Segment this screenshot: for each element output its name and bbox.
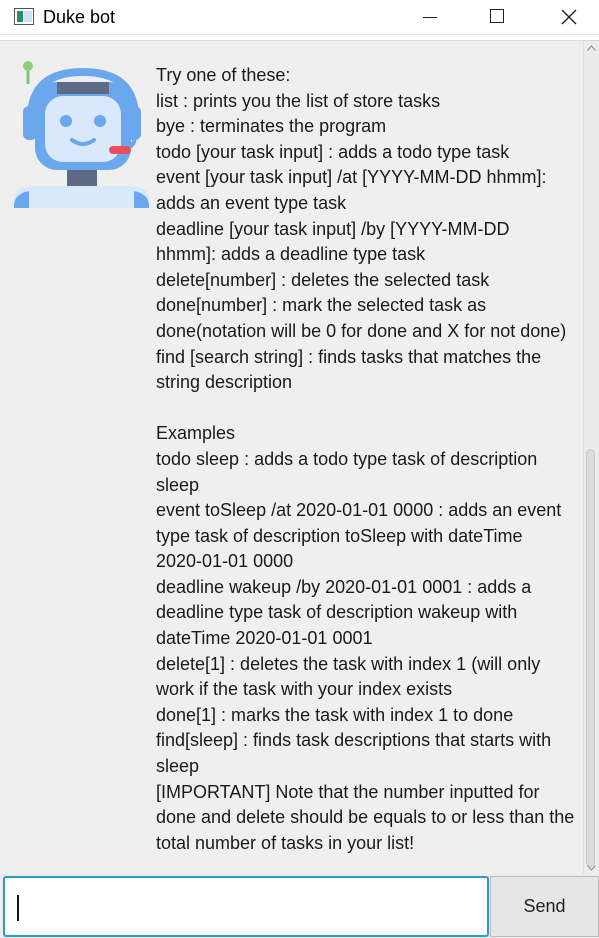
app-icon xyxy=(14,8,34,25)
scrollbar-thumb[interactable] xyxy=(586,449,595,867)
text-caret xyxy=(17,895,19,921)
maximize-button[interactable] xyxy=(474,0,520,34)
minimize-button[interactable] xyxy=(406,0,452,34)
close-button[interactable] xyxy=(546,0,592,34)
message-input-wrapper[interactable] xyxy=(3,876,489,937)
scroll-up-icon[interactable] xyxy=(587,45,596,51)
message-input[interactable] xyxy=(5,878,487,935)
dialog-container[interactable]: Try one of these: list : prints you the … xyxy=(0,40,599,875)
input-bar: Send xyxy=(0,874,599,938)
send-button[interactable]: Send xyxy=(490,876,599,937)
close-icon xyxy=(561,9,577,25)
vertical-scrollbar[interactable] xyxy=(583,41,599,875)
window-title: Duke bot xyxy=(43,7,116,27)
title-bar: Duke bot xyxy=(0,0,599,35)
bot-message: Try one of these: list : prints you the … xyxy=(156,65,575,853)
scroll-down-icon[interactable] xyxy=(587,865,596,871)
robot-avatar-icon xyxy=(11,58,151,223)
